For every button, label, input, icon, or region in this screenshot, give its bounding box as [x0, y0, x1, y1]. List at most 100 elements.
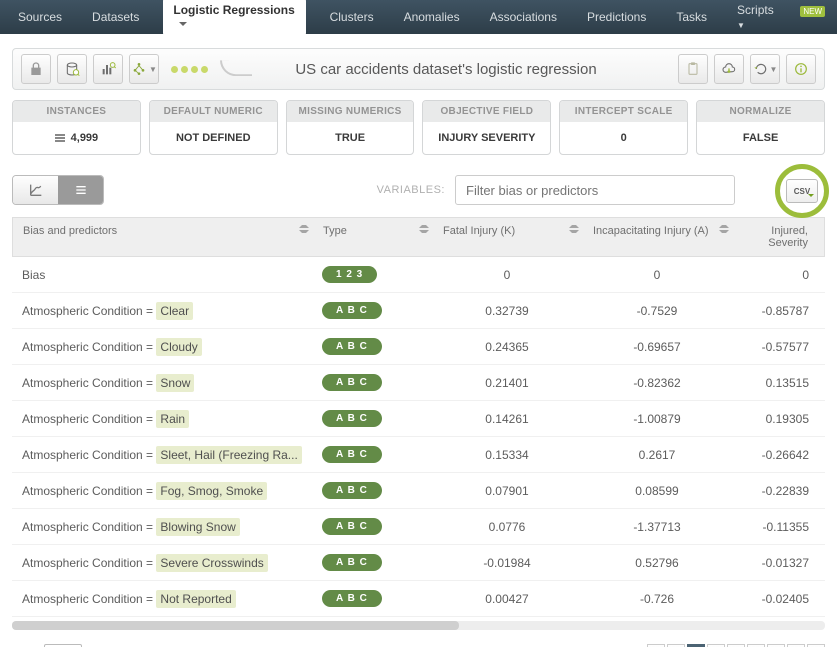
table-row[interactable]: Atmospheric Condition = Severe Crosswind…	[12, 545, 825, 581]
table-row[interactable]: Atmospheric Condition = ClearA B C0.3273…	[12, 293, 825, 329]
stat-header: NORMALIZE	[697, 101, 824, 122]
type-cell: A B C	[312, 554, 432, 571]
nav-sources[interactable]: Sources	[12, 6, 68, 28]
info-icon-button[interactable]	[786, 54, 816, 84]
predictor-name: Atmospheric Condition = Clear	[12, 304, 312, 318]
type-cell: A B C	[312, 446, 432, 463]
refresh-icon	[753, 61, 769, 77]
page-title: US car accidents dataset's logistic regr…	[220, 61, 672, 78]
stat-value: TRUE	[287, 122, 414, 154]
col-incapacitating-injury[interactable]: Incapacitating Injury (A)	[583, 218, 733, 256]
table-view-button[interactable]	[58, 176, 103, 204]
cloud-icon-button[interactable]	[714, 54, 744, 84]
coef-incapacitating: 0.2617	[582, 448, 732, 462]
coef-incapacitating: 0	[582, 268, 732, 282]
clipboard-icon-button[interactable]	[678, 54, 708, 84]
sort-icon	[719, 222, 729, 236]
stat-missing-numerics: MISSING NUMERICSTRUE	[286, 100, 415, 155]
nav-predictions[interactable]: Predictions	[581, 6, 652, 28]
nav-scripts[interactable]: Scripts ▼	[731, 0, 786, 35]
table-row[interactable]: Bias1 2 3000	[12, 257, 825, 293]
top-nav: Sources Datasets Logistic Regressions Cl…	[0, 0, 837, 34]
type-cell: A B C	[312, 338, 432, 355]
model-icon-button[interactable]: ▼	[129, 54, 159, 84]
predictor-name: Atmospheric Condition = Snow	[12, 376, 312, 390]
table-header: Bias and predictors Type Fatal Injury (K…	[12, 217, 825, 257]
predictor-value: Sleet, Hail (Freezing Ra...	[156, 446, 301, 464]
text-type-tag: A B C	[322, 590, 382, 607]
coef-incapacitating: -1.37713	[582, 520, 732, 534]
refresh-icon-button[interactable]: ▼	[750, 54, 780, 84]
stat-header: MISSING NUMERICS	[287, 101, 414, 122]
text-type-tag: A B C	[322, 446, 382, 463]
predictor-name: Bias	[12, 268, 312, 282]
coef-injured: -0.01327	[732, 556, 825, 570]
coef-fatal: 0	[432, 268, 582, 282]
coef-fatal: 0.15334	[432, 448, 582, 462]
col-bias-predictors[interactable]: Bias and predictors	[13, 218, 313, 256]
nav-clusters[interactable]: Clusters	[324, 6, 380, 28]
table-row[interactable]: Atmospheric Condition = Fog, Smog, Smoke…	[12, 473, 825, 509]
tree-icon	[131, 61, 147, 77]
cloud-icon	[721, 61, 737, 77]
stat-value: INJURY SEVERITY	[423, 122, 550, 154]
col-label: Bias and predictors	[23, 225, 117, 237]
predictor-prefix: Atmospheric Condition =	[22, 448, 156, 462]
type-cell: A B C	[312, 302, 432, 319]
predictor-name: Atmospheric Condition = Not Reported	[12, 592, 312, 606]
predictor-value: Blowing Snow	[156, 518, 239, 536]
type-cell: A B C	[312, 518, 432, 535]
col-label: Fatal Injury (K)	[443, 225, 515, 237]
coef-fatal: 0.21401	[432, 376, 582, 390]
stat-header: INTERCEPT SCALE	[560, 101, 687, 122]
nav-anomalies[interactable]: Anomalies	[398, 6, 466, 28]
table-row[interactable]: Atmospheric Condition = Blowing SnowA B …	[12, 509, 825, 545]
line-chart-icon	[28, 182, 44, 198]
type-cell: A B C	[312, 590, 432, 607]
predictor-prefix: Atmospheric Condition =	[22, 556, 156, 570]
view-toggle	[12, 175, 104, 205]
clipboard-icon	[685, 61, 701, 77]
stat-header: DEFAULT NUMERIC	[150, 101, 277, 122]
text-type-tag: A B C	[322, 374, 382, 391]
nav-associations[interactable]: Associations	[484, 6, 563, 28]
coef-incapacitating: -0.69657	[582, 340, 732, 354]
coef-injured: 0.13515	[732, 376, 825, 390]
col-injured-severity[interactable]: Injured, Severity	[733, 218, 824, 256]
text-type-tag: A B C	[322, 302, 382, 319]
horizontal-scrollbar[interactable]	[12, 621, 825, 630]
table-row[interactable]: Atmospheric Condition = CloudyA B C0.243…	[12, 329, 825, 365]
col-fatal-injury[interactable]: Fatal Injury (K)	[433, 218, 583, 256]
nav-datasets[interactable]: Datasets	[86, 6, 145, 28]
type-cell: A B C	[312, 410, 432, 427]
view-row: VARIABLES:	[12, 175, 825, 205]
coef-injured: -0.02405	[732, 592, 825, 606]
histogram-icon-button[interactable]	[93, 54, 123, 84]
lock-icon	[28, 61, 44, 77]
dataset-icon-button[interactable]	[57, 54, 87, 84]
coef-incapacitating: 0.08599	[582, 484, 732, 498]
coef-fatal: -0.01984	[432, 556, 582, 570]
status-dots	[171, 66, 208, 73]
nav-tasks[interactable]: Tasks	[670, 6, 713, 28]
table-body: Bias1 2 3000 Atmospheric Condition = Clea…	[12, 257, 825, 617]
list-icon	[73, 182, 89, 198]
predictor-value: Cloudy	[156, 338, 201, 356]
table-row[interactable]: Atmospheric Condition = RainA B C0.14261…	[12, 401, 825, 437]
predictor-prefix: Atmospheric Condition =	[22, 592, 156, 606]
chart-view-button[interactable]	[13, 176, 58, 204]
predictor-name: Atmospheric Condition = Rain	[12, 412, 312, 426]
col-type[interactable]: Type	[313, 218, 433, 256]
coef-incapacitating: -0.726	[582, 592, 732, 606]
download-csv-button[interactable]: CSV	[786, 179, 818, 203]
scrollbar-thumb[interactable]	[12, 621, 459, 630]
table-row[interactable]: Atmospheric Condition = Snow A B C 0.21401…	[12, 365, 825, 401]
lock-icon-button[interactable]	[21, 54, 51, 84]
filter-input[interactable]	[455, 175, 735, 205]
coef-fatal: 0.14261	[432, 412, 582, 426]
table-row[interactable]: Atmospheric Condition = Sleet, Hail (Fre…	[12, 437, 825, 473]
predictor-prefix: Atmospheric Condition =	[22, 412, 156, 426]
table-row[interactable]: Atmospheric Condition = Not Reported A B …	[12, 581, 825, 617]
coef-injured: -0.85787	[732, 304, 825, 318]
nav-logistic-regressions[interactable]: Logistic Regressions	[163, 0, 305, 36]
